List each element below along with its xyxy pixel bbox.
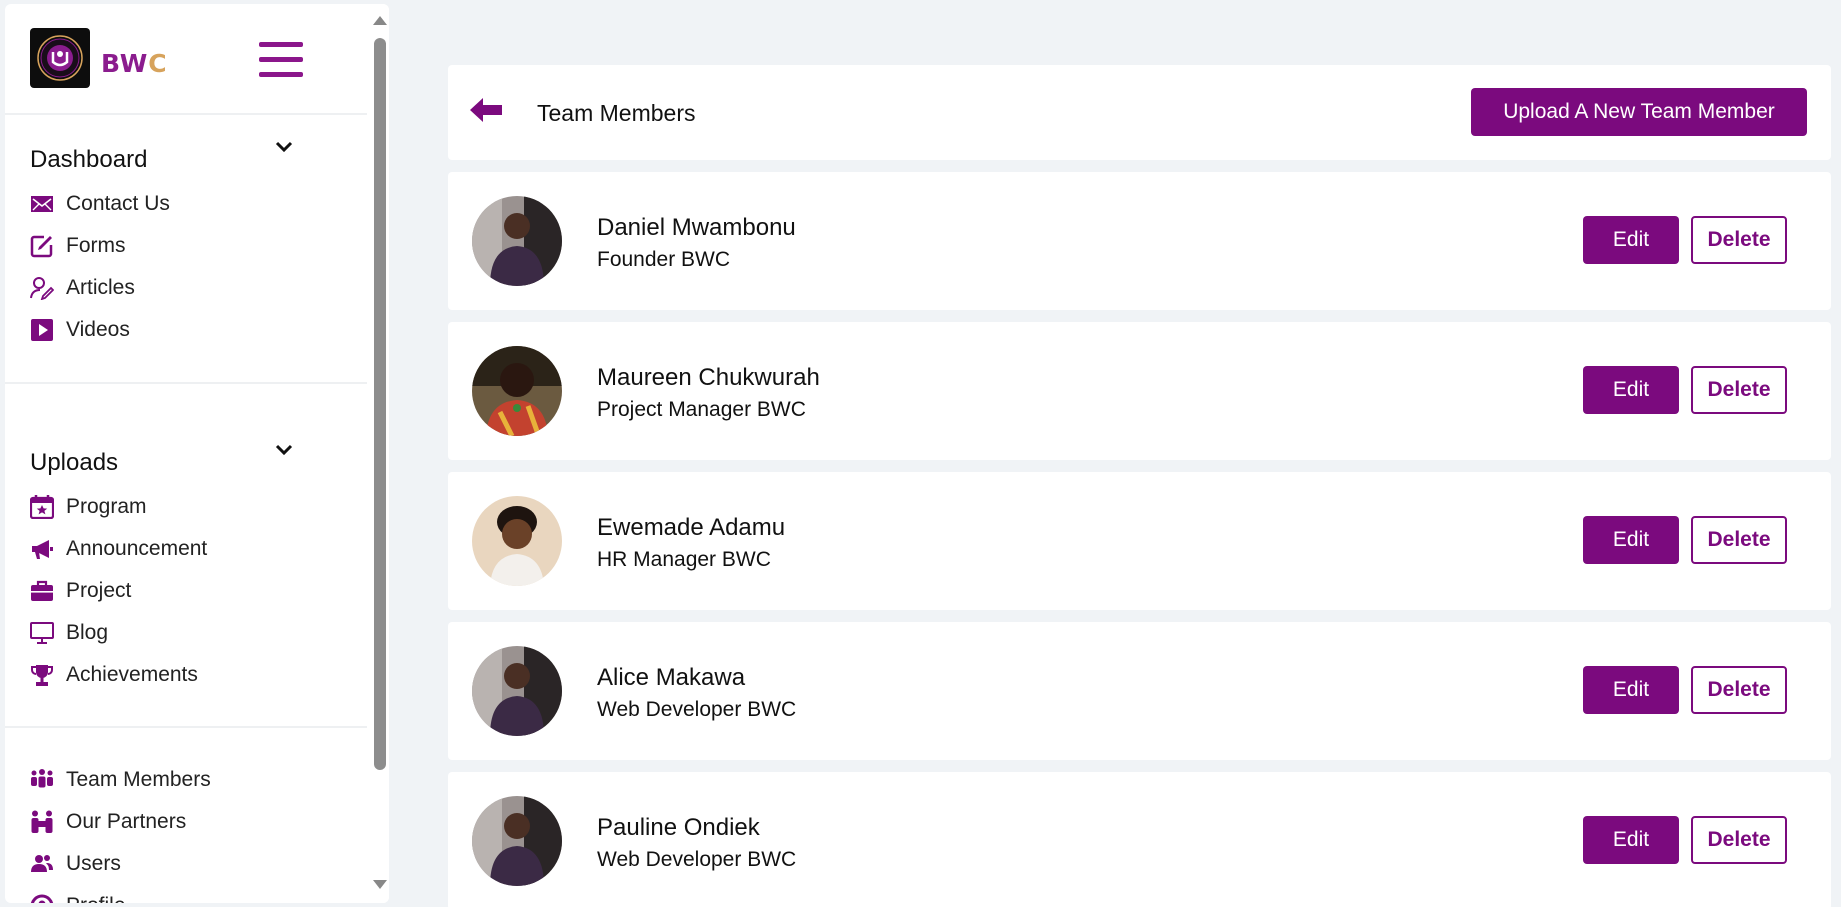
delete-button[interactable]: Delete — [1691, 216, 1787, 264]
member-card: Maureen Chukwurah Project Manager BWC Ed… — [448, 322, 1831, 460]
delete-button[interactable]: Delete — [1691, 516, 1787, 564]
sidebar-item-team-members[interactable]: Team Members — [30, 765, 211, 795]
chevron-down-icon[interactable] — [273, 441, 295, 459]
page-header: Team Members Upload A New Team Member — [448, 65, 1831, 160]
people-group-icon — [30, 767, 58, 793]
sidebar-item-label: Profile — [66, 894, 126, 903]
sidebar-item-label: Forms — [66, 234, 126, 257]
trophy-icon — [30, 662, 58, 688]
people-carry-icon — [30, 809, 58, 835]
avatar[interactable] — [472, 796, 562, 886]
calendar-star-icon — [30, 494, 58, 520]
sidebar-item-profile[interactable]: Profile — [30, 891, 126, 903]
member-name: Alice Makawa — [597, 664, 746, 691]
member-name: Pauline Ondiek — [597, 814, 760, 841]
avatar[interactable] — [472, 346, 562, 436]
edit-button[interactable]: Edit — [1583, 366, 1679, 414]
back-arrow-icon[interactable] — [468, 95, 504, 125]
sidebar-item-label: Project — [66, 579, 132, 602]
delete-button[interactable]: Delete — [1691, 666, 1787, 714]
logo-icon — [37, 35, 83, 81]
member-name: Daniel Mwambonu — [597, 214, 796, 241]
member-name: Maureen Chukwurah — [597, 364, 820, 391]
sidebar: BWC Dashboard Contact Us Forms Articles … — [5, 4, 389, 903]
sidebar-item-program[interactable]: Program — [30, 492, 147, 522]
brand-letter-b: B — [101, 49, 120, 78]
brand-name: BWC — [101, 49, 168, 78]
scroll-down-arrow-icon[interactable] — [373, 880, 387, 889]
hamburger-line — [259, 57, 303, 62]
sidebar-item-project[interactable]: Project — [30, 576, 131, 606]
sidebar-item-label: Users — [66, 852, 121, 875]
monitor-icon — [30, 620, 58, 646]
menu-toggle-button[interactable] — [259, 42, 307, 80]
upload-team-member-button[interactable]: Upload A New Team Member — [1471, 88, 1807, 136]
play-icon — [30, 317, 58, 343]
member-role: Founder BWC — [597, 248, 731, 271]
page-title: Team Members — [537, 100, 696, 126]
logo[interactable] — [30, 28, 90, 88]
delete-button[interactable]: Delete — [1691, 366, 1787, 414]
edit-button[interactable]: Edit — [1583, 666, 1679, 714]
sidebar-item-label: Program — [66, 495, 147, 518]
hamburger-line — [259, 42, 303, 47]
megaphone-icon — [30, 536, 58, 562]
section-title-uploads: Uploads — [30, 449, 119, 476]
envelope-icon — [30, 191, 58, 217]
sidebar-item-blog[interactable]: Blog — [30, 618, 108, 648]
sidebar-item-videos[interactable]: Videos — [30, 315, 130, 345]
member-card: Ewemade Adamu HR Manager BWC Edit Delete — [448, 472, 1831, 610]
sidebar-item-forms[interactable]: Forms — [30, 231, 126, 261]
sidebar-divider — [5, 382, 367, 384]
briefcase-icon — [30, 578, 58, 604]
scroll-thumb[interactable] — [374, 38, 386, 770]
member-role: Web Developer BWC — [597, 848, 797, 871]
member-role: HR Manager BWC — [597, 548, 771, 571]
hamburger-line — [259, 72, 303, 77]
sidebar-item-announcement[interactable]: Announcement — [30, 534, 207, 564]
avatar[interactable] — [472, 646, 562, 736]
sidebar-content: BWC Dashboard Contact Us Forms Articles … — [5, 4, 367, 903]
brand-header: BWC — [5, 4, 367, 115]
member-role: Project Manager BWC — [597, 398, 806, 421]
brand-letter-w: W — [119, 49, 149, 78]
sidebar-scrollbar[interactable] — [370, 4, 389, 903]
scroll-up-arrow-icon[interactable] — [373, 16, 387, 25]
user-pen-icon — [30, 275, 58, 301]
sidebar-divider — [5, 726, 367, 728]
member-role: Web Developer BWC — [597, 698, 797, 721]
sidebar-item-users[interactable]: Users — [30, 849, 121, 879]
avatar[interactable] — [472, 196, 562, 286]
member-card: Daniel Mwambonu Founder BWC Edit Delete — [448, 172, 1831, 310]
sidebar-item-label: Announcement — [66, 537, 208, 560]
users-icon — [30, 851, 58, 877]
chevron-down-icon[interactable] — [273, 138, 295, 156]
avatar[interactable] — [472, 496, 562, 586]
edit-button[interactable]: Edit — [1583, 516, 1679, 564]
profile-icon — [30, 893, 58, 903]
brand-letter-c: C — [148, 49, 168, 78]
member-name: Ewemade Adamu — [597, 514, 786, 541]
section-title-dashboard: Dashboard — [30, 146, 148, 173]
sidebar-item-label: Blog — [66, 621, 109, 644]
member-card: Alice Makawa Web Developer BWC Edit Dele… — [448, 622, 1831, 760]
edit-icon — [30, 233, 58, 259]
sidebar-item-label: Achievements — [66, 663, 198, 686]
sidebar-item-label: Videos — [66, 318, 130, 341]
sidebar-item-articles[interactable]: Articles — [30, 273, 135, 303]
sidebar-item-contact-us[interactable]: Contact Us — [30, 189, 170, 219]
sidebar-item-achievements[interactable]: Achievements — [30, 660, 198, 690]
sidebar-item-label: Contact Us — [66, 192, 170, 215]
sidebar-item-our-partners[interactable]: Our Partners — [30, 807, 186, 837]
delete-button[interactable]: Delete — [1691, 816, 1787, 864]
sidebar-item-label: Team Members — [66, 768, 211, 791]
edit-button[interactable]: Edit — [1583, 816, 1679, 864]
sidebar-item-label: Our Partners — [66, 810, 187, 833]
member-card: Pauline Ondiek Web Developer BWC Edit De… — [448, 772, 1831, 907]
sidebar-item-label: Articles — [66, 276, 135, 299]
edit-button[interactable]: Edit — [1583, 216, 1679, 264]
